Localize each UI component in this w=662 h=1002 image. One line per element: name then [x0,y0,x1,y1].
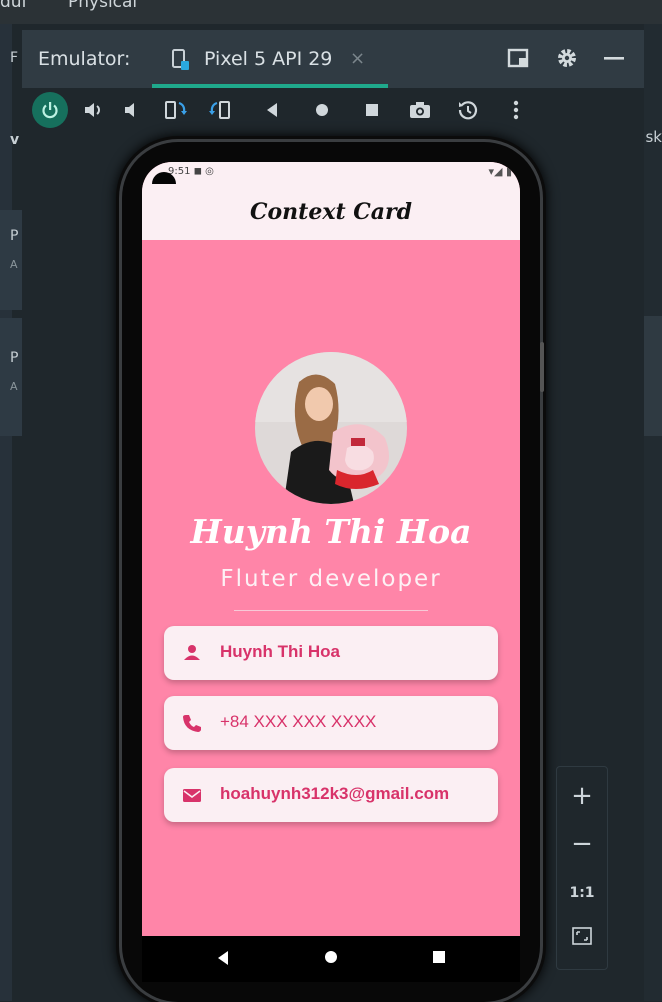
status-time: 9:51 ◼ ◎ [168,166,214,177]
home-icon [316,104,328,116]
volume-up-icon [85,103,100,117]
app-title: Context Card [249,199,412,225]
device-icon [172,49,189,70]
ide-top-strip: dul Physical [0,0,662,24]
ide-top-text-left: dul [0,0,27,12]
nav-home-icon[interactable] [324,950,338,964]
zoom-controls: + − 1:1 [556,766,608,970]
more-button[interactable] [500,94,532,126]
power-button[interactable] [32,92,68,128]
phone-icon [183,715,201,732]
rotate-left-button[interactable] [160,94,192,126]
contact-card-email[interactable]: hoahuynh312k3@gmail.com [164,768,498,822]
settings-gear-icon[interactable] [555,46,579,70]
avatar-photo-icon [255,352,407,504]
tab-label: Pixel 5 API 29 [204,48,333,70]
power-icon [42,102,58,119]
back-button[interactable] [256,94,288,126]
emulator-tabbar: Emulator: Pixel 5 API 29 × [22,30,644,88]
contact-card-name[interactable]: Huynh Thi Hoa [164,626,498,680]
ide-left-letter: P [10,350,19,366]
phone-device: 9:51 ◼ ◎ ▾◢ ▮ Context Card Huynh Thi Hoa… [122,142,544,1002]
ide-top-text-right: Physical [68,0,138,12]
window-mode-icon[interactable] [506,46,530,70]
nav-overview-icon[interactable] [432,950,446,964]
rotate-left-icon [165,101,187,119]
home-button[interactable] [306,94,338,126]
emulator-toolbar [22,88,644,134]
zoom-in-button[interactable]: + [557,781,607,811]
more-vert-icon [513,100,519,120]
zoom-reset-button[interactable]: 1:1 [557,885,607,901]
person-icon [184,645,200,660]
profile-role: Fluter developer [220,566,442,592]
back-icon [267,103,277,117]
profile-name: Huynh Thi Hoa [190,512,472,551]
android-nav-bar [142,936,520,982]
contact-card-phone[interactable]: +84 XXX XXX XXXX [164,696,498,750]
overview-icon [366,104,378,116]
ide-left-letter: F [10,50,19,66]
card-text: +84 XXX XXX XXXX [220,712,377,731]
ide-left-letter: v [10,132,20,148]
volume-down-icon [125,103,134,117]
history-icon [458,101,478,120]
zoom-out-button[interactable]: − [557,829,607,859]
minimize-icon[interactable] [602,46,626,70]
card-text: hoahuynh312k3@gmail.com [220,784,450,803]
rotate-right-icon [209,101,230,119]
tab-pixel5[interactable]: Pixel 5 API 29 × [152,40,388,88]
emulator-label: Emulator: [38,48,131,70]
avatar [255,352,407,504]
fit-screen-icon[interactable] [572,927,592,945]
ide-right-edge [644,24,662,1001]
nav-back-icon[interactable] [216,950,230,966]
ide-left-letter: P [10,228,19,244]
rotate-right-button[interactable] [204,94,236,126]
volume-up-button[interactable] [78,94,110,126]
app-bar: Context Card [142,184,520,240]
ide-left-row[interactable] [0,318,22,436]
camera-icon [410,102,430,118]
overview-button[interactable] [356,94,388,126]
divider [234,610,428,611]
screenshot-button[interactable] [404,94,436,126]
tab-close-icon[interactable]: × [350,48,365,69]
ide-left-letter: A [10,258,18,271]
ide-right-text: sk [645,128,662,146]
ide-right-block [644,316,662,436]
side-button [540,342,544,392]
ide-left-edge [0,24,12,1001]
mail-icon [183,789,201,802]
status-icons: ▾◢ ▮ [488,165,512,178]
status-bar: 9:51 ◼ ◎ ▾◢ ▮ [142,162,520,184]
phone-screen[interactable]: 9:51 ◼ ◎ ▾◢ ▮ Context Card Huynh Thi Hoa… [142,162,520,936]
snapshot-button[interactable] [452,94,484,126]
ide-left-letter: A [10,380,18,393]
card-text: Huynh Thi Hoa [220,642,340,661]
volume-down-button[interactable] [116,94,148,126]
